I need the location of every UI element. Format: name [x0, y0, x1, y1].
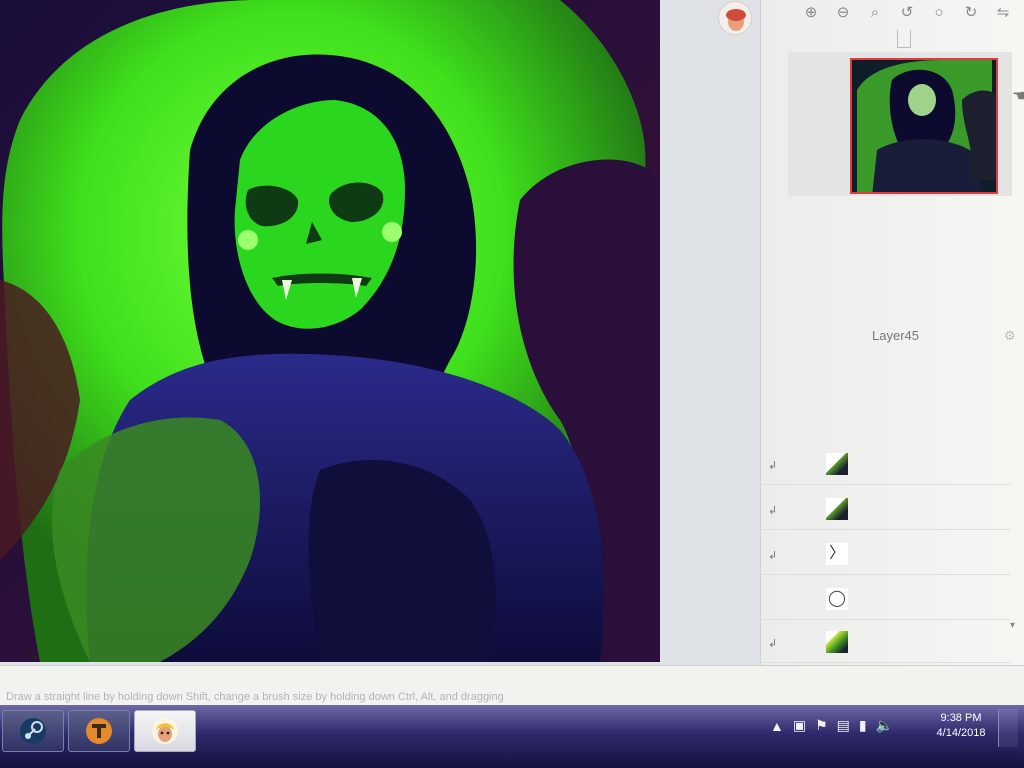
clock-date: 4/14/2018: [936, 727, 986, 739]
screen: ✎ ⊕ ⊖ ⌕ ↺ ○ ↻ ⇋ ☚ Layer45 ⚙ ↲ ↲ ↲ 〉 ◯ ↲ …: [0, 0, 1024, 768]
profile-avatar[interactable]: [718, 1, 752, 35]
current-layer-name: Layer45: [872, 328, 919, 343]
layer-thumbnail: [826, 631, 848, 653]
taskbar-clock[interactable]: 9:38 PM 4/14/2018: [926, 711, 996, 741]
reset-icon[interactable]: ○: [928, 2, 950, 22]
rotate-right-icon[interactable]: ↻: [960, 2, 982, 22]
zoom-fit-icon[interactable]: ⌕: [864, 2, 886, 22]
artwork-canvas[interactable]: [0, 0, 660, 662]
taskbar-steam-button[interactable]: [2, 710, 64, 752]
art-right-cheek: [382, 222, 402, 242]
layer-row[interactable]: ↲ 〉: [760, 535, 1010, 575]
paint-app-icon: [152, 718, 178, 744]
clip-arrow-icon: ↲: [768, 638, 778, 650]
layer-thumbnail: [826, 453, 848, 475]
zoom-out-icon[interactable]: ⊖: [832, 2, 854, 22]
clip-arrow-icon: ↲: [768, 550, 778, 562]
navigator-toolbar: ⊕ ⊖ ⌕ ↺ ○ ↻ ⇋: [780, 0, 1024, 24]
tray-network-icon[interactable]: ▣: [793, 717, 806, 734]
layer-scroll-down-icon[interactable]: ▾: [1010, 620, 1015, 631]
tray-device-icon[interactable]: ▤: [837, 717, 850, 734]
rotate-left-icon[interactable]: ↺: [896, 2, 918, 22]
tray-expand-icon[interactable]: ▲: [770, 718, 784, 734]
navigator-panel: [788, 52, 1012, 196]
art-left-cheek: [238, 230, 258, 250]
status-hint: Draw a straight line by holding down Shi…: [6, 691, 504, 703]
tray-volume-icon[interactable]: 🔈: [876, 717, 893, 734]
tf2-icon: [86, 718, 112, 744]
hand-cursor-icon: ☚: [1012, 88, 1024, 105]
layer-row[interactable]: ↲: [760, 445, 1010, 485]
clock-time: 9:38 PM: [940, 712, 982, 724]
system-tray: ▲ ▣ ⚑ ▤ ▮ 🔈: [770, 717, 893, 734]
zoom-in-icon[interactable]: ⊕: [800, 2, 822, 22]
pen-cursor-icon: ✎: [28, 650, 39, 664]
canvas-area[interactable]: ✎: [0, 0, 760, 665]
taskbar-paint-app-button[interactable]: [134, 710, 196, 752]
tray-flag-icon[interactable]: ⚑: [815, 717, 828, 734]
layer-thumbnail: [826, 498, 848, 520]
layer-row[interactable]: ↲: [760, 623, 1010, 663]
layer-thumbnail: ◯: [826, 588, 848, 610]
flip-icon[interactable]: ⇋: [992, 2, 1014, 22]
navigator-splitter[interactable]: [897, 30, 911, 48]
layer-row[interactable]: ↲: [760, 490, 1010, 530]
layer-row[interactable]: ◯: [760, 580, 1010, 620]
navigator-thumbnail[interactable]: [850, 58, 998, 194]
tray-signal-icon[interactable]: ▮: [859, 717, 867, 734]
steam-icon: [20, 718, 46, 744]
clip-arrow-icon: ↲: [768, 505, 778, 517]
taskbar: ▲ ▣ ⚑ ▤ ▮ 🔈 9:38 PM 4/14/2018: [0, 705, 1024, 768]
taskbar-tf2-button[interactable]: [68, 710, 130, 752]
show-desktop-button[interactable]: [998, 709, 1018, 747]
gear-icon[interactable]: ⚙: [1004, 328, 1016, 344]
layer-thumbnail: 〉: [826, 543, 848, 565]
status-bar: Draw a straight line by holding down Shi…: [0, 665, 1024, 705]
clip-arrow-icon: ↲: [768, 460, 778, 472]
